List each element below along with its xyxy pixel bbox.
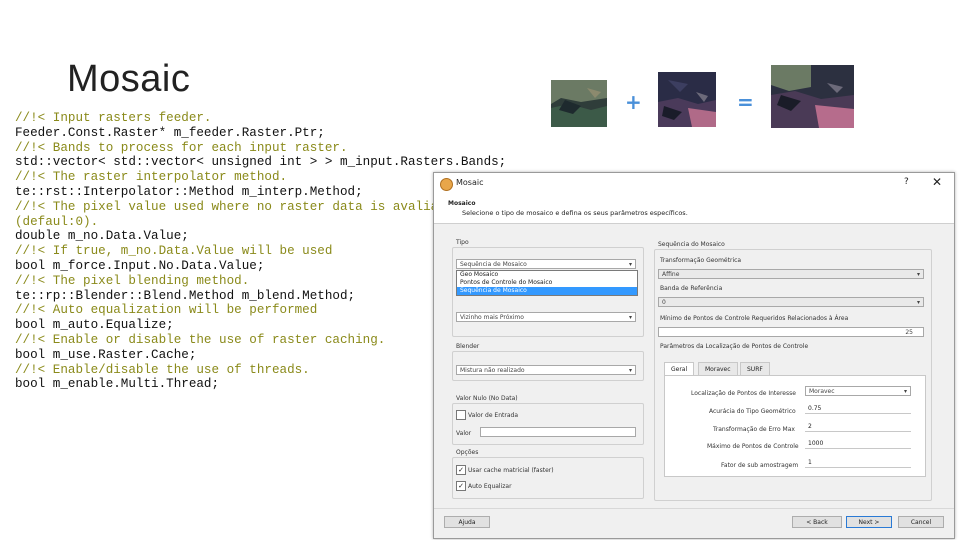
blender-value: Mistura não realizado xyxy=(460,367,525,374)
dialog-title: Mosaic xyxy=(456,178,484,187)
wizard-title: Mosaico xyxy=(448,200,476,207)
nodata-checkbox[interactable] xyxy=(456,410,466,420)
transform-select[interactable]: Affine ▾ xyxy=(658,269,924,279)
chevron-down-icon: ▾ xyxy=(628,261,632,268)
tab-surf[interactable]: SURF xyxy=(740,362,770,376)
equalize-checkbox[interactable]: ✓ xyxy=(456,481,466,491)
code-comment-line: //!< Bands to process for each input ras… xyxy=(15,140,348,155)
band-label: Banda de Referência xyxy=(660,285,723,292)
cache-check-label: Usar cache matricial (faster) xyxy=(468,467,554,474)
next-button[interactable]: Next > xyxy=(846,516,892,528)
back-button[interactable]: < Back xyxy=(792,516,842,528)
tipo-label: Tipo xyxy=(456,239,469,246)
code-statement-line: std::vector< std::vector< unsigned int >… xyxy=(15,155,507,170)
code-statement-line: Feeder.Const.Raster* m_feeder.Raster.Ptr… xyxy=(15,125,325,140)
tab-panel-geral: Localização de Pontos de Interesse Morav… xyxy=(664,375,926,477)
mosaic-dialog: Mosaic ? ✕ Mosaico Selecione o tipo de m… xyxy=(433,172,955,539)
chevron-down-icon: ▾ xyxy=(903,388,907,395)
dialog-titlebar: Mosaic ? ✕ xyxy=(434,173,954,195)
min-points-value: 25 xyxy=(905,329,913,336)
output-mosaic-image xyxy=(771,65,854,128)
tab-moravec[interactable]: Moravec xyxy=(698,362,738,376)
chevron-down-icon: ▾ xyxy=(916,299,920,306)
options-label: Opções xyxy=(456,449,479,456)
wizard-header: Mosaico Selecione o tipo de mosaico e de… xyxy=(434,195,954,224)
tipo-select[interactable]: Sequência de Mosaico ▾ xyxy=(456,259,636,269)
nodata-group xyxy=(452,403,644,445)
subsample-input[interactable]: 1 xyxy=(805,458,911,468)
blender-select[interactable]: Mistura não realizado ▾ xyxy=(456,365,636,375)
wizard-subtitle: Selecione o tipo de mosaico e defina os … xyxy=(462,209,688,217)
nodata-label: Valor Nulo (No Data) xyxy=(456,395,518,402)
cache-checkbox[interactable]: ✓ xyxy=(456,465,466,475)
band-value: 0 xyxy=(662,299,666,306)
chevron-down-icon: ▾ xyxy=(916,271,920,278)
tipo-dropdown-list: Geo Mosaico Pontos de Controle do Mosaic… xyxy=(456,270,638,296)
app-icon xyxy=(440,178,453,191)
field-label: Fator de sub amostragem xyxy=(721,462,799,469)
transform-value: Affine xyxy=(662,271,680,278)
input-raster-1-image xyxy=(551,80,607,127)
help-icon[interactable]: ? xyxy=(904,177,909,187)
input-raster-2-image xyxy=(658,72,716,127)
tipo-select-value: Sequência de Mosaico xyxy=(460,261,527,268)
interpolator-value: Vizinho mais Próximo xyxy=(460,314,524,321)
interest-points-value: Moravec xyxy=(809,388,835,395)
help-button[interactable]: Ajuda xyxy=(444,516,490,528)
chevron-down-icon: ▾ xyxy=(628,314,632,321)
tipo-option-selected[interactable]: Sequência de Mosaico xyxy=(457,287,637,295)
field-label: Transformação de Erro Max xyxy=(713,426,795,433)
slide-title: Mosaic xyxy=(67,58,191,100)
plus-operator: + xyxy=(625,90,642,114)
cancel-button[interactable]: Cancel xyxy=(898,516,944,528)
field-label: Máximo de Pontos de Controle xyxy=(707,443,799,450)
max-error-input[interactable]: 2 xyxy=(805,422,911,432)
interest-points-select[interactable]: Moravec ▾ xyxy=(805,386,911,396)
chevron-down-icon: ▾ xyxy=(628,367,632,374)
max-points-input[interactable]: 1000 xyxy=(805,439,911,449)
field-label: Acurácia do Tipo Geométrico xyxy=(709,408,796,415)
sequence-label: Sequência do Mosaico xyxy=(658,241,725,248)
accuracy-input[interactable]: 0.75 xyxy=(805,404,911,414)
options-group xyxy=(452,457,644,499)
tipo-option[interactable]: Pontos de Controle do Mosaico xyxy=(457,279,637,287)
nodata-check-label: Valor de Entrada xyxy=(468,412,519,419)
blender-label: Blender xyxy=(456,343,480,350)
tab-geral[interactable]: Geral xyxy=(664,362,695,376)
code-comment-line: //!< Input rasters feeder. xyxy=(15,111,212,125)
equalize-check-label: Auto Equalizar xyxy=(468,483,512,490)
bottom-divider xyxy=(434,508,954,509)
field-label: Localização de Pontos de Interesse xyxy=(691,390,796,397)
band-select[interactable]: 0 ▾ xyxy=(658,297,924,307)
valor-label: Valor xyxy=(456,430,472,437)
equals-operator: = xyxy=(737,90,754,114)
interpolator-select[interactable]: Vizinho mais Próximo ▾ xyxy=(456,312,636,322)
min-points-label: Mínimo de Pontos de Controle Requeridos … xyxy=(660,315,849,322)
transform-label: Transformação Geométrica xyxy=(660,257,742,264)
params-label: Parâmetros da Localização de Pontos de C… xyxy=(660,343,809,350)
valor-input[interactable] xyxy=(480,427,636,437)
tipo-option[interactable]: Geo Mosaico xyxy=(457,271,637,279)
min-points-spinbox[interactable]: 25 xyxy=(658,327,924,337)
close-icon[interactable]: ✕ xyxy=(932,175,942,189)
